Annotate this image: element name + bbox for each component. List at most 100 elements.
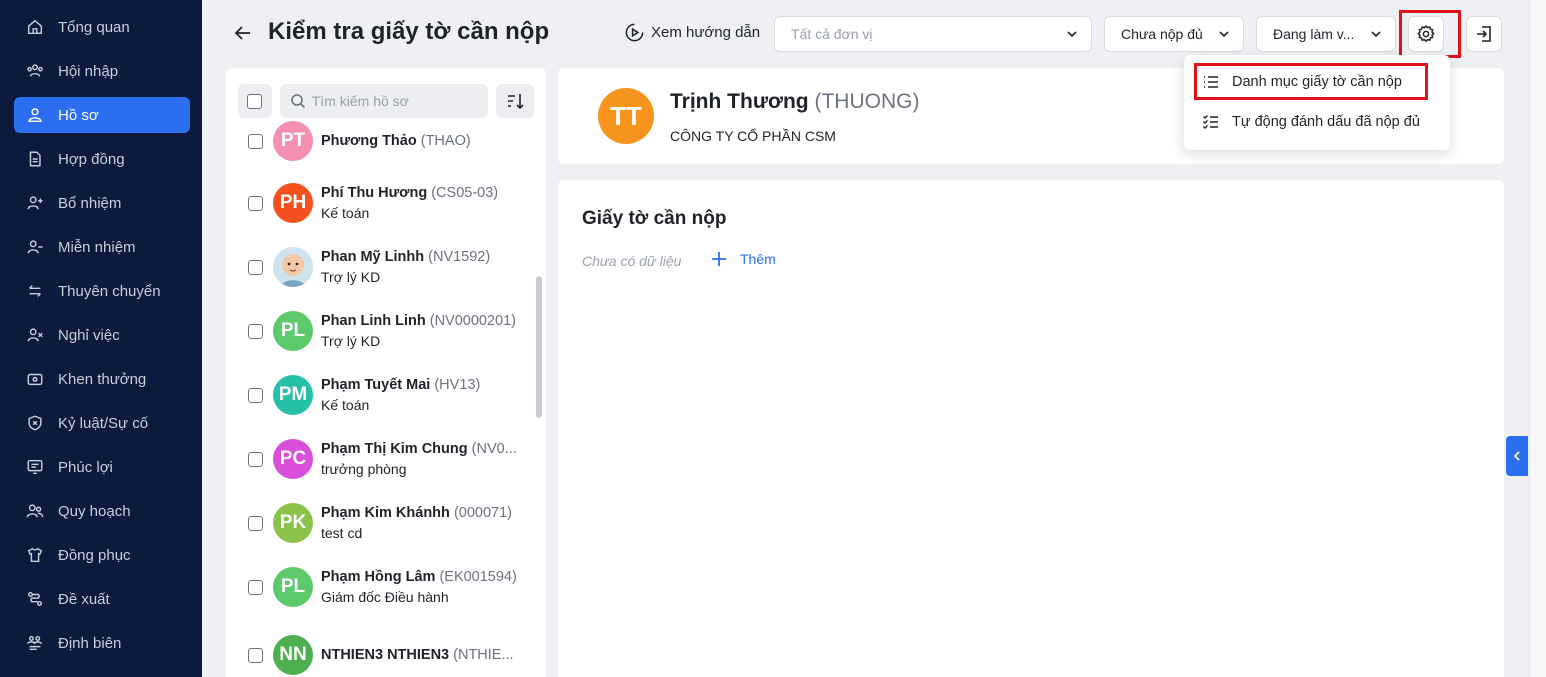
list-item[interactable]: PC Phạm Thị Kim Chung (NV0... trưởng phò… — [248, 431, 526, 487]
employee-list-panel: PT Phương Thảo (THAO) PH Phí Thu Hương (… — [226, 68, 546, 677]
sidebar-item-benefit[interactable]: Phúc lợi — [14, 449, 190, 485]
avatar-photo — [273, 247, 313, 287]
document-icon — [29, 151, 41, 167]
collapse-panel-button[interactable] — [1506, 436, 1528, 476]
back-arrow-icon[interactable] — [232, 22, 254, 44]
profile-name: Trịnh Thương — [670, 90, 809, 113]
avatar: PC — [273, 439, 313, 479]
guide-button[interactable]: Xem hướng dẫn — [624, 22, 760, 43]
employee-role: trưởng phòng — [321, 461, 407, 477]
search-icon — [290, 94, 305, 109]
work-status-select[interactable]: Đang làm v... — [1256, 16, 1396, 52]
add-document-button[interactable]: Thêm — [710, 250, 776, 268]
employee-code: (HV13) — [434, 377, 481, 393]
sidebar-item-label: Kỷ luật/Sự cố — [58, 414, 149, 432]
avatar: PK — [273, 503, 313, 543]
sidebar-item-transfer[interactable]: Thuyên chuyển — [14, 273, 190, 309]
avatar: PM — [273, 375, 313, 415]
sidebar-item-overview[interactable]: Tổng quan — [14, 9, 190, 45]
employee-role: Giám đốc Điều hành — [321, 589, 449, 605]
list-item[interactable]: PT Phương Thảo (THAO) — [248, 113, 526, 169]
row-checkbox[interactable] — [248, 195, 263, 211]
empty-state-text: Chưa có dữ liệu — [582, 253, 682, 269]
sidebar-item-contract[interactable]: Hợp đồng — [14, 141, 190, 177]
row-checkbox[interactable] — [248, 133, 263, 149]
headcount-icon — [27, 635, 43, 651]
row-checkbox[interactable] — [248, 259, 263, 275]
plus-icon — [712, 252, 726, 266]
employee-role: Trợ lý KD — [321, 269, 381, 285]
list-item[interactable]: PH Phí Thu Hương (CS05-03) Kế toán — [248, 175, 526, 231]
avatar: PL — [273, 311, 313, 351]
unit-select[interactable]: Tất cả đơn vị — [774, 16, 1092, 52]
work-status-select-value: Đang làm v... — [1273, 26, 1355, 42]
sidebar-item-profile[interactable]: Hồ sơ — [14, 97, 190, 133]
sidebar-item-resignation[interactable]: Nghỉ việc — [14, 317, 190, 353]
list-item[interactable]: PK Phạm Kim Khánhh (000071) test cd — [248, 495, 526, 551]
list-item[interactable]: Phan Mỹ Linhh (NV1592) Trợ lý KD — [248, 239, 526, 295]
settings-highlight-box — [1399, 10, 1461, 58]
employee-code: (NTHIE... — [453, 647, 514, 663]
profile-company: CÔNG TY CỔ PHẦN CSM — [670, 128, 836, 144]
list-item[interactable]: PL Phan Linh Linh (NV0000201) Trợ lý KD — [248, 303, 526, 359]
sidebar-item-planning[interactable]: Quy hoạch — [14, 493, 190, 529]
sidebar-item-appointment[interactable]: Bổ nhiệm — [14, 185, 190, 221]
employee-code: (000071) — [453, 505, 512, 521]
employee-code: (CS05-03) — [431, 185, 499, 201]
sidebar-item-label: Thuyên chuyển — [58, 282, 161, 300]
row-checkbox[interactable] — [248, 515, 263, 531]
sidebar-item-uniform[interactable]: Đồng phục — [14, 537, 190, 573]
sidebar-item-label: Bổ nhiệm — [58, 194, 122, 212]
employee-code: (THAO) — [420, 133, 471, 149]
user-add-icon — [27, 196, 43, 210]
avatar: PH — [273, 183, 313, 223]
row-checkbox[interactable] — [248, 387, 263, 403]
sidebar-item-dismissal[interactable]: Miễn nhiệm — [14, 229, 190, 265]
user-remove-icon — [27, 240, 43, 254]
documents-card: Giấy tờ cần nộp Chưa có dữ liệu Thêm — [558, 180, 1504, 677]
unit-select-value: Tất cả đơn vị — [791, 26, 873, 42]
sidebar-item-discipline[interactable]: Kỷ luật/Sự cố — [14, 405, 190, 441]
list-item[interactable]: PM Phạm Tuyết Mai (HV13) Kế toán — [248, 367, 526, 423]
employee-code: (NV0000201) — [429, 313, 516, 329]
employee-name: Phan Linh Linh — [321, 313, 426, 329]
employee-name: Phạm Tuyết Mai — [321, 377, 431, 393]
employee-code: (EK001594) — [439, 569, 517, 585]
search-input[interactable] — [311, 93, 482, 109]
list-item[interactable]: NN NTHIEN3 NTHIEN3 (NTHIE... — [248, 627, 526, 677]
row-checkbox[interactable] — [248, 323, 263, 339]
list-scrollbar[interactable] — [536, 276, 542, 418]
sidebar-item-headcount[interactable]: Định biên — [14, 625, 190, 661]
exit-icon — [1477, 26, 1491, 42]
sort-icon — [508, 94, 524, 110]
employee-role: Kế toán — [321, 205, 370, 221]
sidebar-item-onboarding[interactable]: Hội nhập — [14, 53, 190, 89]
status-select[interactable]: Chưa nộp đủ — [1104, 16, 1244, 52]
sidebar-item-proposal[interactable]: Đề xuất — [14, 581, 190, 617]
avatar: PL — [273, 567, 313, 607]
sidebar-item-reward[interactable]: Khen thưởng — [14, 361, 190, 397]
row-checkbox[interactable] — [248, 451, 263, 467]
shield-icon — [28, 415, 42, 431]
uniform-icon — [27, 547, 43, 563]
baby-photo-icon — [273, 247, 313, 287]
sidebar: Tổng quan Hội nhập Hồ sơ Hợp đồng Bổ nhi… — [0, 0, 202, 677]
profile-avatar: TT — [598, 88, 654, 144]
list-item[interactable]: PL Phạm Hồng Lâm (EK001594) Giám đốc Điề… — [248, 559, 526, 615]
user-leave-icon — [27, 328, 43, 342]
home-icon — [27, 19, 43, 35]
exit-button[interactable] — [1466, 16, 1502, 52]
row-checkbox[interactable] — [248, 647, 263, 663]
employee-code: (NV0... — [471, 441, 517, 457]
select-all-checkbox[interactable] — [247, 93, 263, 109]
row-checkbox[interactable] — [248, 579, 263, 595]
sidebar-item-label: Đề xuất — [58, 590, 110, 608]
employee-role: Kế toán — [321, 397, 370, 413]
menu-item-auto-mark[interactable]: Tự động đánh dấu đã nộp đủ — [1196, 105, 1438, 139]
sidebar-item-label: Phúc lợi — [58, 458, 113, 476]
sidebar-item-label: Nghỉ việc — [58, 326, 120, 344]
status-select-value: Chưa nộp đủ — [1121, 26, 1203, 42]
chevron-down-icon — [1219, 31, 1229, 38]
sidebar-item-label: Đồng phục — [58, 546, 131, 564]
employee-name: NTHIEN3 NTHIEN3 — [321, 647, 450, 663]
